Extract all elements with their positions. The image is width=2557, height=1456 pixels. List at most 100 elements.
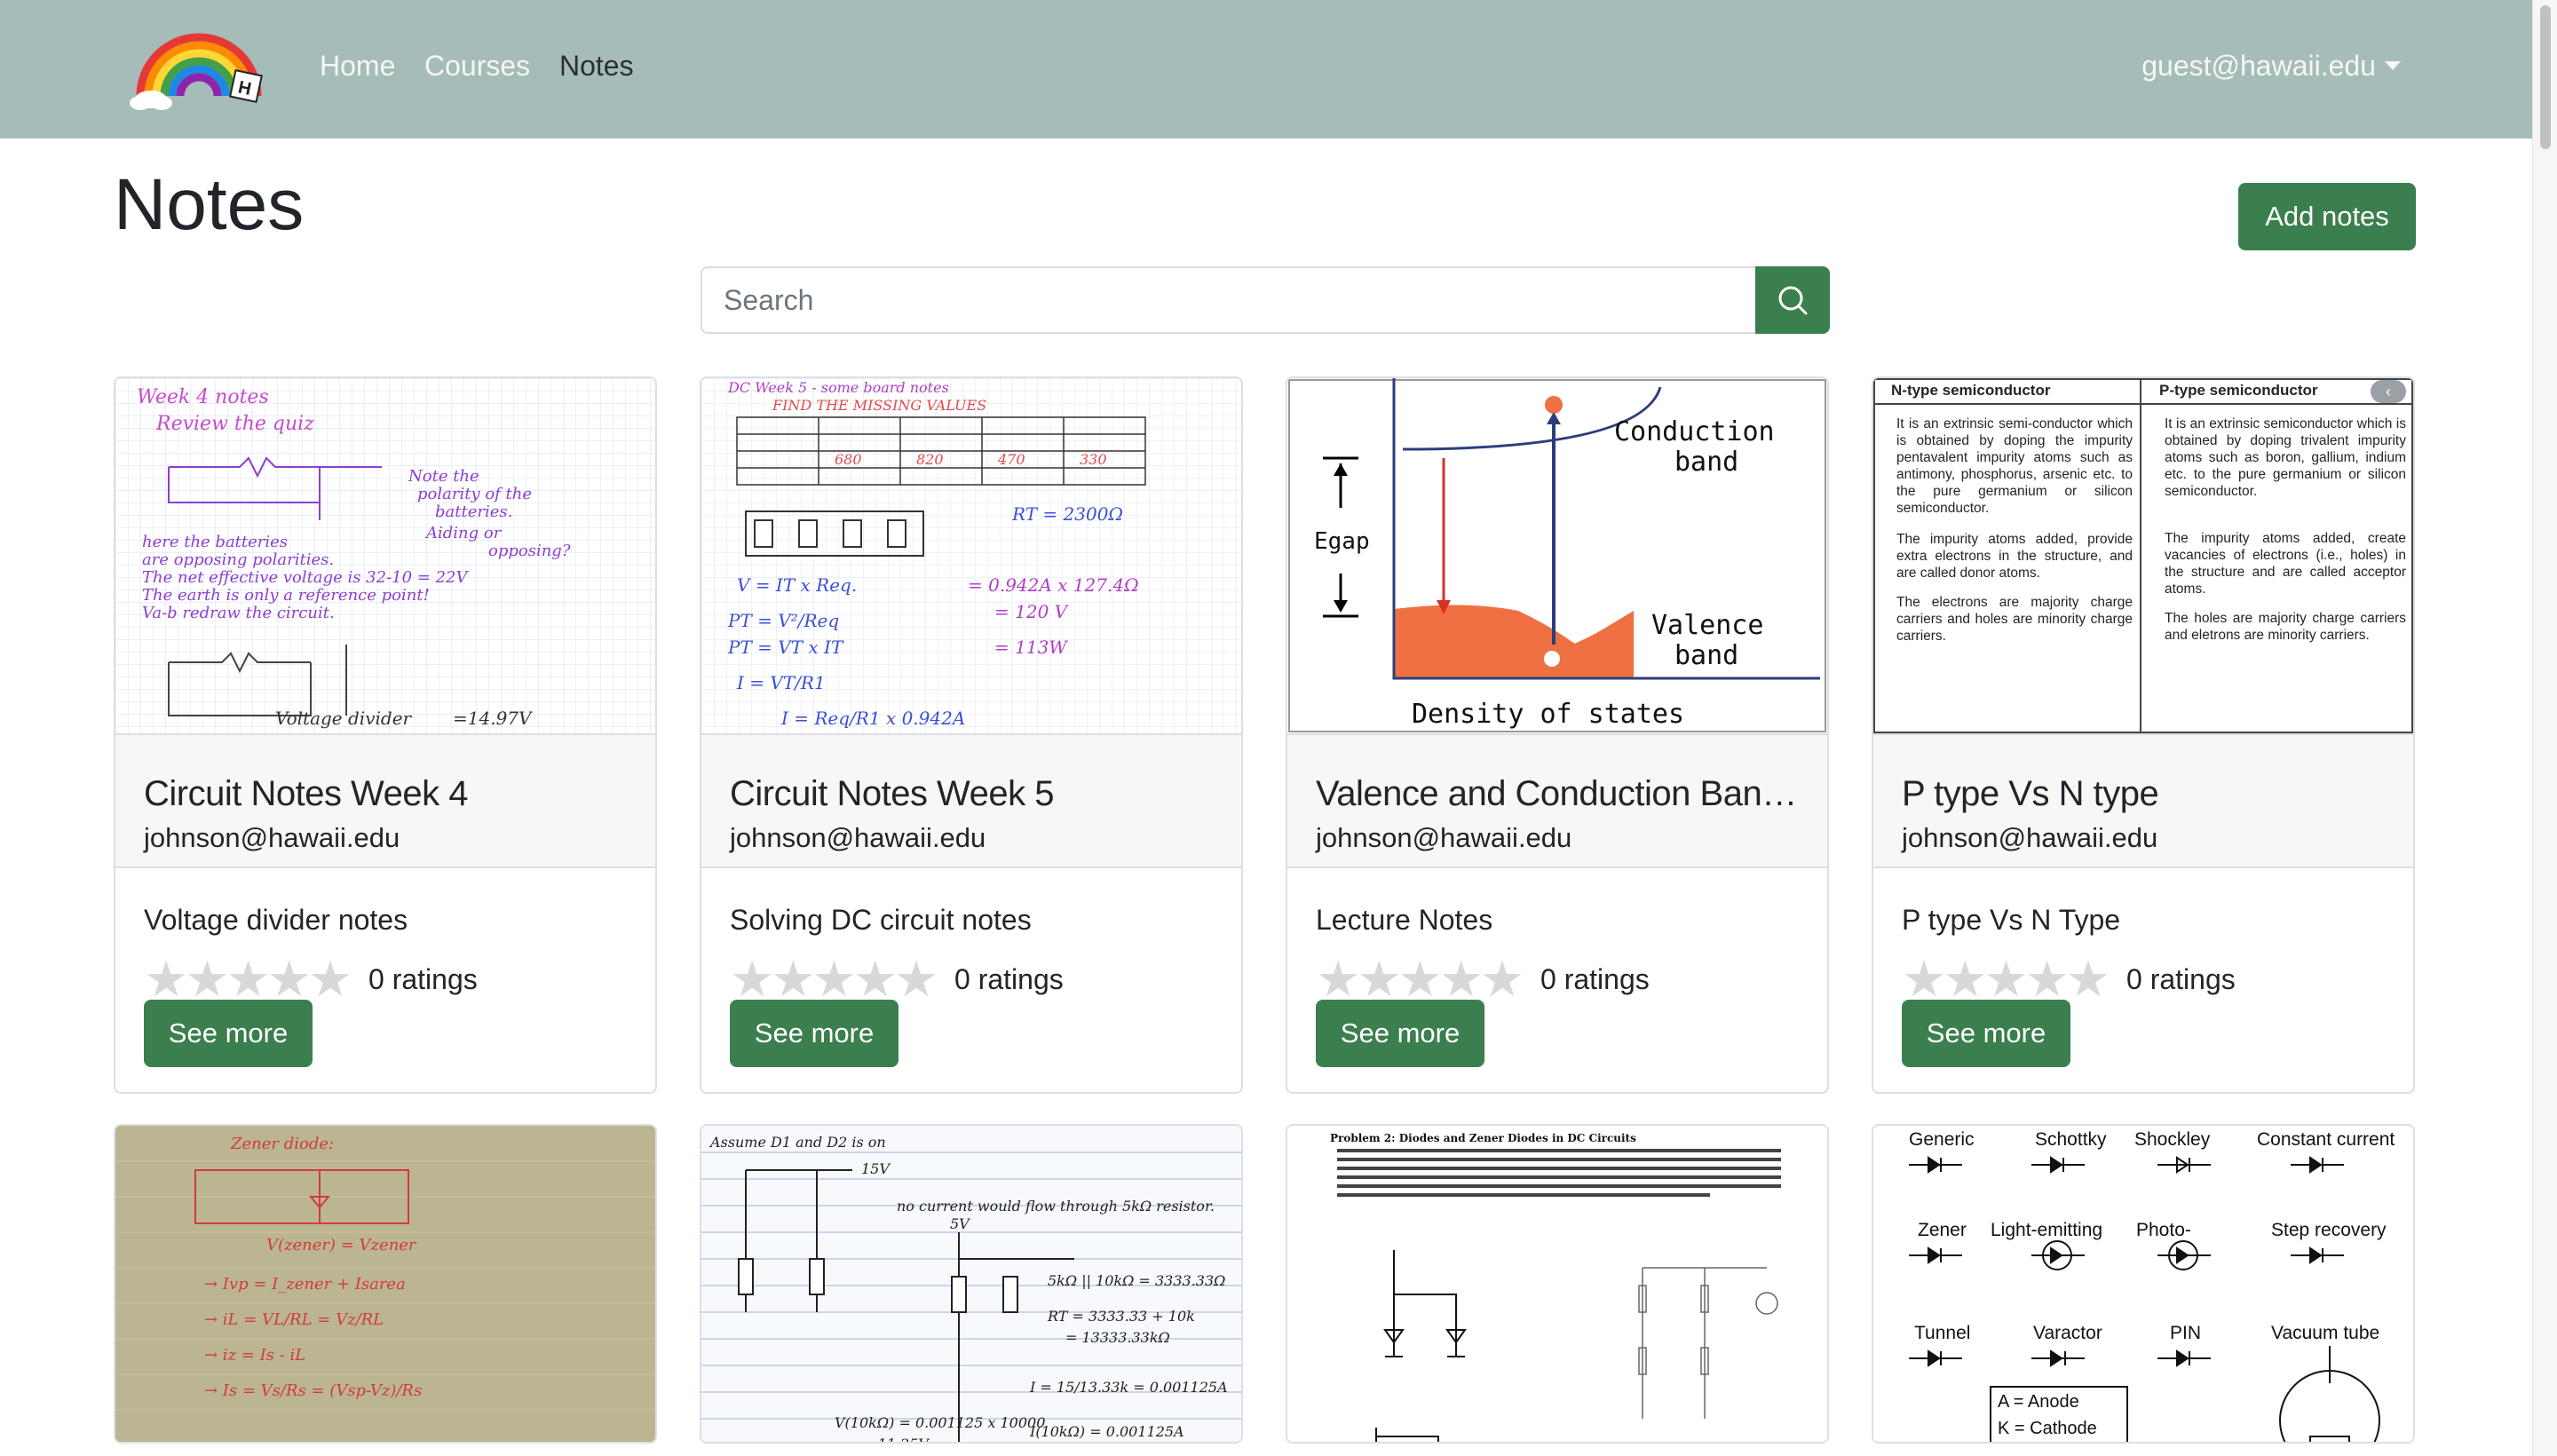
note-thumbnail[interactable]: Problem 2: Diodes and Zener Diodes in DC… xyxy=(1287,1126,1827,1442)
star-icon[interactable]: ★ xyxy=(1397,954,1442,1004)
svg-text:are opposing polarities.: are opposing polarities. xyxy=(142,550,334,569)
svg-text:here the batteries: here the batteries xyxy=(142,533,288,551)
ratings-count: 0 ratings xyxy=(368,962,478,995)
thumb-text: 5V xyxy=(950,1215,970,1232)
note-card: N-type semiconductor P-type semiconducto… xyxy=(1872,376,2415,1094)
svg-text:PT = VT x IT: PT = VT x IT xyxy=(727,637,844,658)
svg-text:820: 820 xyxy=(916,451,944,468)
thumb-text: Assume D1 and D2 is on xyxy=(709,1134,886,1151)
card-description: Solving DC circuit notes xyxy=(730,904,1032,936)
svg-text:RT = 2300Ω: RT = 2300Ω xyxy=(1011,503,1123,525)
svg-text:polarity of the: polarity of the xyxy=(417,485,532,503)
scrollbar-thumb[interactable] xyxy=(2540,5,2551,149)
note-card: Zener diode: V(zener) = Vzener → Ivp = I… xyxy=(114,1124,657,1444)
star-icon[interactable]: ★ xyxy=(811,954,856,1004)
thumb-text: The electrons are majority charge carrie… xyxy=(1896,595,2133,644)
rainbow-logo[interactable]: H xyxy=(128,23,272,112)
note-thumbnail[interactable]: DC Week 5 - some board notes FIND THE MI… xyxy=(701,378,1241,733)
star-icon[interactable]: ★ xyxy=(1316,954,1360,1004)
svg-text:→ iL = VL/RL = Vz/RL: → iL = VL/RL = Vz/RL xyxy=(204,1310,384,1329)
star-icon[interactable]: ★ xyxy=(1983,954,2028,1004)
nav-home-link[interactable]: Home xyxy=(320,50,395,83)
thumb-text: band xyxy=(1674,640,1738,671)
star-icon[interactable]: ★ xyxy=(771,954,815,1004)
note-thumbnail[interactable]: Zener diode: V(zener) = Vzener → Ivp = I… xyxy=(115,1126,655,1442)
card-description: P type Vs N Type xyxy=(1902,904,2121,936)
svg-text:no current would flow through: no current would flow through 5kΩ resist… xyxy=(897,1198,1215,1215)
card-description: Lecture Notes xyxy=(1316,904,1493,936)
note-thumbnail[interactable]: Generic Schottky Shockley Constant curre… xyxy=(1873,1126,2413,1442)
svg-text:I = 15/13.33k = 0.001125A: I = 15/13.33k = 0.001125A xyxy=(1029,1379,1228,1396)
thumb-text: DC Week 5 - some board notes xyxy=(727,379,949,396)
see-more-button[interactable]: See more xyxy=(730,1000,899,1067)
thumb-text: Conduction xyxy=(1614,416,1775,447)
thumb-text: Week 4 notes xyxy=(137,386,269,408)
svg-text:Aiding or: Aiding or xyxy=(424,524,503,542)
star-icon[interactable]: ★ xyxy=(144,954,188,1004)
search-input[interactable] xyxy=(701,266,1757,334)
add-notes-button[interactable]: Add notes xyxy=(2238,183,2416,250)
star-icon[interactable]: ★ xyxy=(267,954,312,1004)
star-icon[interactable]: ★ xyxy=(1902,954,1946,1004)
star-icon[interactable]: ★ xyxy=(308,954,352,1004)
svg-text:I = Req/R1 x 0.942A: I = Req/R1 x 0.942A xyxy=(780,708,965,729)
star-icon[interactable]: ★ xyxy=(226,954,270,1004)
card-header: Circuit Notes Week 4 johnson@hawaii.edu xyxy=(115,733,655,868)
ratings-count: 0 ratings xyxy=(2126,962,2236,995)
svg-text:5kΩ || 10kΩ = 3333.33Ω: 5kΩ || 10kΩ = 3333.33Ω xyxy=(1048,1272,1225,1289)
thumb-text: The holes are majority charge carriers a… xyxy=(2165,611,2406,643)
star-rating[interactable]: ★ ★ ★ ★ ★ 0 ratings xyxy=(730,954,1064,1004)
card-title: P type Vs N type xyxy=(1902,774,2159,813)
note-thumbnail[interactable]: N-type semiconductor P-type semiconducto… xyxy=(1873,378,2413,733)
card-title: Circuit Notes Week 4 xyxy=(144,774,468,813)
svg-text:batteries.: batteries. xyxy=(435,502,512,521)
ratings-count: 0 ratings xyxy=(954,962,1064,995)
svg-text:= 0.942A x 127.4Ω: = 0.942A x 127.4Ω xyxy=(968,574,1139,596)
star-rating[interactable]: ★ ★ ★ ★ ★ 0 ratings xyxy=(1902,954,2236,1004)
svg-text:V(10kΩ) = 0.001125 x 10000: V(10kΩ) = 0.001125 x 10000 xyxy=(835,1414,1045,1431)
ratings-count: 0 ratings xyxy=(1540,962,1650,995)
star-icon[interactable]: ★ xyxy=(1357,954,1401,1004)
note-card: Conduction band Valence band Density of … xyxy=(1286,376,1829,1094)
nav-courses-link[interactable]: Courses xyxy=(424,50,530,83)
star-rating[interactable]: ★ ★ ★ ★ ★ 0 ratings xyxy=(144,954,478,1004)
star-rating[interactable]: ★ ★ ★ ★ ★ 0 ratings xyxy=(1316,954,1650,1004)
card-header: P type Vs N type johnson@hawaii.edu xyxy=(1873,733,2413,868)
thumb-text: Problem 2: Diodes and Zener Diodes in DC… xyxy=(1330,1132,1636,1144)
note-thumbnail[interactable]: Week 4 notes Review the quiz Note the po… xyxy=(115,378,655,733)
page-title: Notes xyxy=(114,164,305,245)
note-thumbnail[interactable]: Conduction band Valence band Density of … xyxy=(1287,378,1827,733)
thumb-text: FIND THE MISSING VALUES xyxy=(772,397,986,414)
star-icon[interactable]: ★ xyxy=(185,954,229,1004)
star-icon[interactable]: ★ xyxy=(2066,954,2110,1004)
note-card: Assume D1 and D2 is on 15V 5V no current… xyxy=(700,1124,1243,1444)
card-author: johnson@hawaii.edu xyxy=(730,822,986,853)
user-dropdown[interactable]: guest@hawaii.edu xyxy=(2141,50,2401,83)
nav-notes-link[interactable]: Notes xyxy=(559,50,634,83)
note-thumbnail[interactable]: Assume D1 and D2 is on 15V 5V no current… xyxy=(701,1126,1241,1442)
card-author: johnson@hawaii.edu xyxy=(1902,822,2158,853)
svg-text:→ Ivp = I_zener + Isarea: → Ivp = I_zener + Isarea xyxy=(204,1275,406,1294)
star-icon[interactable]: ★ xyxy=(1943,954,1987,1004)
see-more-button[interactable]: See more xyxy=(1902,1000,2070,1067)
star-icon[interactable]: ★ xyxy=(730,954,774,1004)
star-icon[interactable]: ★ xyxy=(1480,954,1524,1004)
card-author: johnson@hawaii.edu xyxy=(144,822,400,853)
see-more-button[interactable]: See more xyxy=(1316,1000,1484,1067)
see-more-button[interactable]: See more xyxy=(144,1000,313,1067)
thumb-text: The impurity atoms added, provide extra … xyxy=(1896,532,2133,581)
star-icon[interactable]: ★ xyxy=(894,954,938,1004)
svg-text:→ iz = Is - iL: → iz = Is - iL xyxy=(204,1346,305,1365)
note-card: Generic Schottky Shockley Constant curre… xyxy=(1872,1124,2415,1444)
card-header: Valence and Conduction Band ... johnson@… xyxy=(1287,733,1827,868)
page-scrollbar[interactable] xyxy=(2532,0,2557,1456)
thumb-text: Voltage divider xyxy=(275,708,413,729)
star-icon[interactable]: ★ xyxy=(2025,954,2070,1004)
card-header: Circuit Notes Week 5 johnson@hawaii.edu xyxy=(701,733,1241,868)
chevron-left-icon[interactable]: ‹ xyxy=(2371,380,2406,403)
svg-text:Note the: Note the xyxy=(408,467,479,486)
search-button[interactable] xyxy=(1755,266,1830,334)
thumb-text: A = Anode xyxy=(1998,1392,2079,1412)
star-icon[interactable]: ★ xyxy=(1439,954,1484,1004)
star-icon[interactable]: ★ xyxy=(853,954,898,1004)
